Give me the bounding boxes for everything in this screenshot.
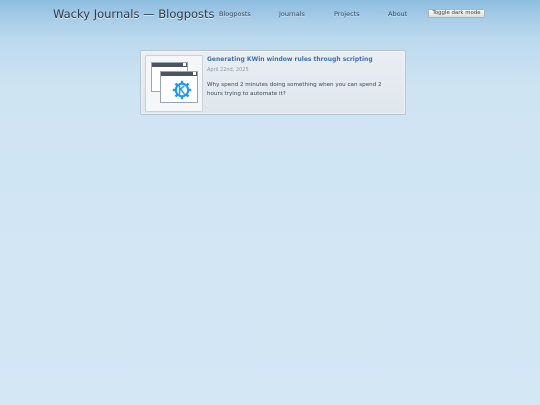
post-title[interactable]: Generating KWin window rules through scr… bbox=[207, 56, 373, 63]
site-title[interactable]: Wacky Journals — Blogposts bbox=[53, 7, 215, 21]
toggle-dark-mode-button[interactable]: Toggle dark mode bbox=[428, 9, 485, 18]
nav-item-projects[interactable]: Projects bbox=[334, 10, 360, 18]
nav-item-journals[interactable]: Journals bbox=[279, 10, 305, 18]
nav-item-about[interactable]: About bbox=[388, 10, 407, 18]
post-date: April 22nd, 2025 bbox=[207, 67, 249, 73]
nav-item-blogposts[interactable]: Blogposts bbox=[219, 10, 251, 18]
post-excerpt: Why spend 2 minutes doing something when… bbox=[207, 82, 382, 97]
kde-logo-icon bbox=[172, 80, 192, 100]
post-thumbnail[interactable] bbox=[145, 55, 203, 112]
post-card[interactable]: Generating KWin window rules through scr… bbox=[140, 50, 406, 115]
